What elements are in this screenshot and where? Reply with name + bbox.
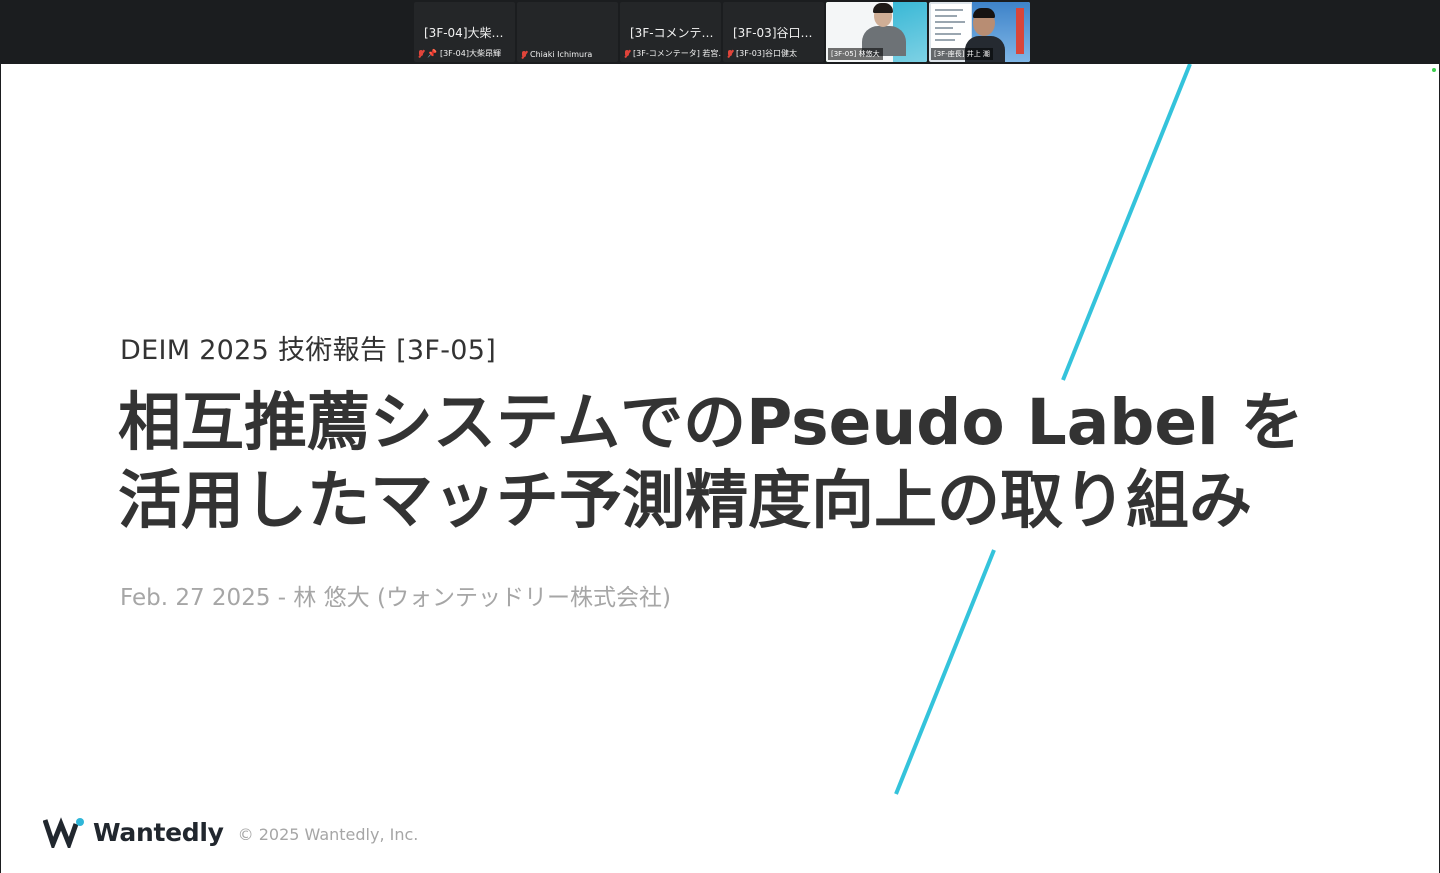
participant-label-text: [3F-03]谷口健太 [736, 49, 797, 58]
slide-title: 相互推薦システムでのPseudo Label を 活用したマッチ予測精度向上の取… [118, 384, 1304, 540]
participant-label-text: [3F-座長] 井上 潮 [931, 48, 993, 60]
participant-label: Chiaki Ichimura [521, 50, 592, 59]
participant-label: [3F-03]谷口健太 [727, 48, 797, 59]
mic-muted-icon [418, 49, 424, 58]
participant-label-text: [3F-05] 林悠大 [828, 48, 883, 60]
accent-line-upper [1061, 64, 1192, 381]
participant-tile-ichimura[interactable]: Chiaki Ichimura [517, 2, 618, 62]
participant-tile-inoue[interactable]: [3F-座長] 井上 潮 [929, 2, 1030, 62]
slide-title-line-1: 相互推薦システムでのPseudo Label を [118, 386, 1304, 459]
participant-tile-hayashi[interactable]: [3F-05] 林悠大 [826, 2, 927, 62]
participant-display-name: [3F-コメンテ… [630, 26, 714, 40]
wantedly-logo-text: Wantedly [93, 817, 224, 847]
participant-display-name: [3F-03]谷口… [733, 26, 813, 40]
shared-slide: DEIM 2025 技術報告 [3F-05] 相互推薦システムでのPseudo … [1, 64, 1439, 873]
pin-icon: 📌 [427, 49, 437, 58]
slide-title-line-2: 活用したマッチ予測精度向上の取り組み [118, 464, 1252, 537]
participant-label-text: Chiaki Ichimura [530, 50, 593, 59]
wantedly-logo-icon [43, 817, 84, 848]
mic-muted-icon [521, 50, 527, 59]
participant-tile-commentator[interactable]: [3F-コメンテ… [3F-コメンテータ] 若宮… [620, 2, 721, 62]
participant-label: 📌 [3F-04]大柴昂輝 [418, 48, 501, 59]
status-dot [1432, 68, 1436, 72]
slide-byline: Feb. 27 2025 - 林 悠大 (ウォンテッドリー株式会社) [120, 585, 671, 611]
slide-subtitle: DEIM 2025 技術報告 [3F-05] [120, 335, 497, 366]
mic-muted-icon [727, 49, 733, 58]
meeting-participant-bar: [3F-04]大柴… 📌 [3F-04]大柴昂輝 Chiaki Ichimura… [0, 0, 1440, 64]
copyright-text: © 2025 Wantedly, Inc. [237, 824, 419, 844]
accent-line-lower [894, 549, 996, 795]
slide-footer: Wantedly © 2025 Wantedly, Inc. [43, 816, 418, 848]
participant-tile-taniguchi[interactable]: [3F-03]谷口… [3F-03]谷口健太 [723, 2, 824, 62]
mic-muted-icon [624, 49, 630, 58]
participant-label-text: [3F-04]大柴昂輝 [439, 49, 501, 58]
participant-strip: [3F-04]大柴… 📌 [3F-04]大柴昂輝 Chiaki Ichimura… [414, 2, 1030, 62]
participant-display-name: [3F-04]大柴… [424, 26, 504, 40]
participant-label: [3F-コメンテータ] 若宮… [624, 48, 721, 59]
participant-label-text: [3F-コメンテータ] 若宮… [633, 49, 721, 58]
participant-tile-oshiba[interactable]: [3F-04]大柴… 📌 [3F-04]大柴昂輝 [414, 2, 515, 62]
